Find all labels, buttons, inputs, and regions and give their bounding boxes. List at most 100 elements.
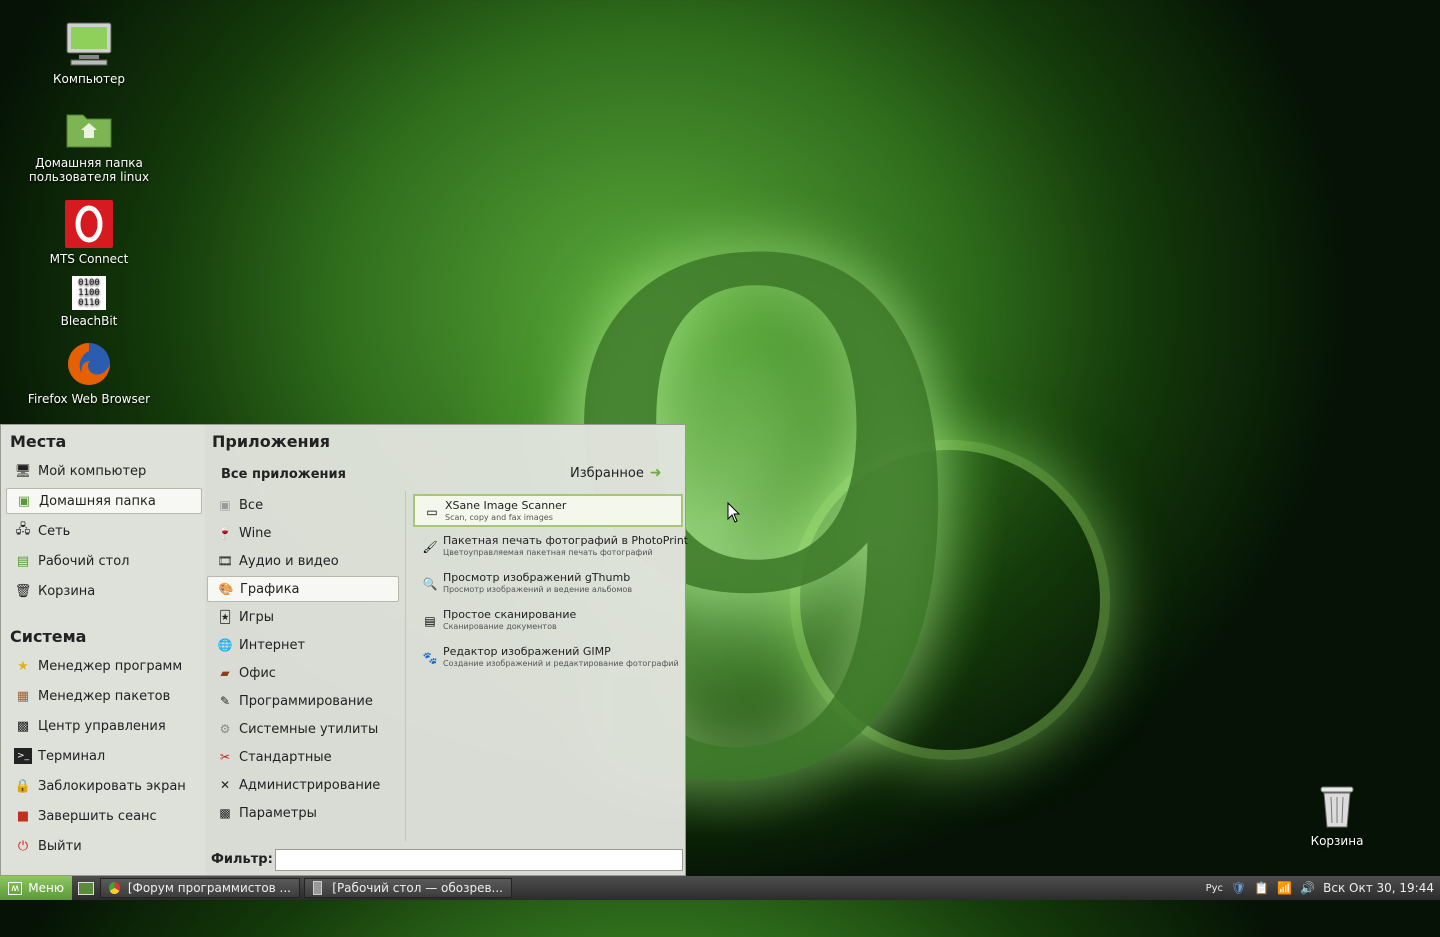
app-item[interactable]: ▭ XSane Image Scanner Scan, copy and fax… bbox=[413, 494, 683, 527]
favorites-button[interactable]: Избранное ➜ bbox=[570, 465, 662, 481]
category-accessories[interactable]: ✂ Стандартные bbox=[207, 744, 399, 770]
desktop-icon-label: Корзина bbox=[1310, 834, 1364, 848]
show-desktop-button[interactable] bbox=[76, 878, 96, 898]
network-icon[interactable]: 📶 bbox=[1277, 881, 1292, 895]
accessories-icon: ✂ bbox=[219, 750, 231, 764]
firefox-icon bbox=[65, 340, 113, 388]
category-all[interactable]: ▣ Все bbox=[207, 492, 399, 518]
category-wine[interactable]: 🍷 Wine bbox=[207, 520, 399, 546]
category-programming[interactable]: ✎ Программирование bbox=[207, 688, 399, 714]
admin-icon: ✕ bbox=[219, 778, 231, 792]
menu-divider bbox=[405, 491, 406, 841]
place-my-computer[interactable]: 🖥 Мой компьютер bbox=[6, 458, 202, 484]
simple-scan-icon: ▤ bbox=[424, 614, 436, 628]
system-software-manager[interactable]: ★ Менеджер программ bbox=[6, 653, 202, 679]
power-icon: ⏻ bbox=[17, 838, 29, 854]
app-item[interactable]: ▤ Простое сканирование Сканирование доку… bbox=[413, 605, 683, 638]
mts-connect-icon bbox=[65, 200, 113, 248]
graphics-icon: 🎨 bbox=[218, 582, 234, 596]
gimp-icon: 🐾 bbox=[422, 651, 438, 665]
category-graphics[interactable]: 🎨 Графика bbox=[207, 576, 399, 602]
settings-icon: ▩ bbox=[219, 806, 231, 820]
place-network[interactable]: 🖧 Сеть bbox=[6, 518, 202, 544]
clipboard-icon[interactable]: 📋 bbox=[1254, 881, 1269, 895]
category-settings[interactable]: ▩ Параметры bbox=[207, 800, 399, 826]
volume-icon[interactable]: 🔊 bbox=[1300, 881, 1315, 895]
desktop-icon-firefox[interactable]: Firefox Web Browser bbox=[14, 340, 164, 406]
bleachbit-icon: 0100 1100 0110 bbox=[72, 276, 106, 310]
terminal-icon: >_ bbox=[14, 748, 32, 764]
multimedia-icon: 🎞 bbox=[217, 554, 233, 568]
all-apps-label: Все приложения bbox=[221, 467, 346, 482]
place-home-folder[interactable]: ▣ Домашняя папка bbox=[6, 488, 202, 514]
start-menu: Места 🖥 Мой компьютер ▣ Домашняя папка 🖧 Се… bbox=[0, 424, 688, 876]
system-tools-icon: ⚙ bbox=[219, 722, 231, 736]
desktop-icon-label: BleachBit bbox=[60, 314, 118, 328]
menu-button[interactable]: ʍ Меню bbox=[0, 876, 72, 900]
arrow-right-icon: ➜ bbox=[649, 465, 662, 481]
desktop-icon-trash[interactable]: Корзина bbox=[1262, 782, 1412, 848]
app-item[interactable]: 🔍 Просмотр изображений gThumb Просмотр и… bbox=[413, 568, 683, 601]
mouse-cursor-icon bbox=[727, 501, 741, 528]
clock[interactable]: Вск Окт 30, 19:44 bbox=[1323, 881, 1434, 895]
system-quit[interactable]: ⏻ Выйти bbox=[6, 833, 202, 859]
system-lock-screen[interactable]: 🔒 Заблокировать экран bbox=[6, 773, 202, 799]
star-icon: ★ bbox=[17, 658, 29, 674]
desktop-icon: ▤ bbox=[16, 553, 30, 569]
apps-title: Приложения bbox=[212, 432, 331, 451]
system-logout[interactable]: ■ Завершить сеанс bbox=[6, 803, 202, 829]
filter-input[interactable] bbox=[275, 849, 683, 871]
games-icon: 🃏 bbox=[218, 610, 232, 624]
file-manager-icon bbox=[313, 881, 323, 895]
scanner-icon: ▭ bbox=[426, 505, 438, 519]
app-item[interactable]: 🖌 Пакетная печать фотографий в PhotoPrin… bbox=[413, 531, 688, 564]
category-games[interactable]: 🃏 Игры bbox=[207, 604, 399, 630]
internet-icon: 🌐 bbox=[217, 638, 233, 652]
update-shield-icon[interactable]: 🛡 bbox=[1231, 881, 1246, 895]
taskbar: ʍ Меню [Форум программистов ... [Рабочий… bbox=[0, 876, 1440, 900]
category-administration[interactable]: ✕ Администрирование bbox=[207, 772, 399, 798]
programming-icon: ✎ bbox=[219, 694, 231, 708]
logout-icon: ■ bbox=[16, 808, 30, 824]
desktop-icon-mts[interactable]: MTS Connect bbox=[14, 200, 164, 266]
taskbar-window-file-manager[interactable]: [Рабочий стол — обозрев... bbox=[304, 878, 512, 898]
photoprint-icon: 🖌 bbox=[422, 540, 438, 554]
home-folder-icon bbox=[65, 104, 113, 152]
category-internet[interactable]: 🌐 Интернет bbox=[207, 632, 399, 658]
system-tray: Рус 🛡 📋 📶 🔊 Вск Окт 30, 19:44 bbox=[1206, 876, 1434, 900]
computer-icon bbox=[65, 20, 113, 68]
desktop-icon-label: Firefox Web Browser bbox=[27, 392, 151, 406]
keyboard-layout-indicator[interactable]: Рус bbox=[1206, 883, 1223, 894]
category-multimedia[interactable]: 🎞 Аудио и видео bbox=[207, 548, 399, 574]
home-folder-icon: ▣ bbox=[17, 493, 31, 509]
system-title: Система bbox=[10, 627, 87, 646]
wine-icon: 🍷 bbox=[217, 526, 233, 540]
places-title: Места bbox=[10, 432, 67, 451]
desktop-icon-computer[interactable]: Компьютер bbox=[14, 20, 164, 86]
desktop-icon-bleachbit[interactable]: 0100 1100 0110 BleachBit bbox=[14, 276, 164, 328]
computer-icon: 🖥 bbox=[14, 463, 32, 479]
mint-logo-icon: ʍ bbox=[8, 881, 23, 895]
trash-icon: 🗑 bbox=[14, 583, 32, 599]
system-terminal[interactable]: >_ Терминал bbox=[6, 743, 202, 769]
desktop-icon-label: Компьютер bbox=[53, 72, 125, 86]
chrome-icon bbox=[109, 882, 120, 894]
system-package-manager[interactable]: ▦ Менеджер пакетов bbox=[6, 683, 202, 709]
taskbar-window-chrome[interactable]: [Форум программистов ... bbox=[100, 878, 300, 898]
trash-icon bbox=[1313, 782, 1361, 830]
control-center-icon: ▩ bbox=[16, 718, 30, 734]
show-desktop-icon bbox=[78, 881, 94, 895]
lock-icon: 🔒 bbox=[14, 778, 32, 794]
desktop-icon-home[interactable]: Домашняя папка пользователя linux bbox=[14, 104, 164, 184]
system-control-center[interactable]: ▩ Центр управления bbox=[6, 713, 202, 739]
app-item[interactable]: 🐾 Редактор изображений GIMP Создание изо… bbox=[413, 642, 683, 675]
desktop-icon-label: Домашняя папка пользователя linux bbox=[28, 156, 150, 184]
desktop-icon-label: MTS Connect bbox=[49, 252, 129, 266]
place-trash[interactable]: 🗑 Корзина bbox=[6, 578, 202, 604]
all-icon: ▣ bbox=[219, 498, 231, 512]
category-office[interactable]: ▰ Офис bbox=[207, 660, 399, 686]
network-icon: 🖧 bbox=[15, 522, 31, 537]
category-system-tools[interactable]: ⚙ Системные утилиты bbox=[207, 716, 399, 742]
place-desktop[interactable]: ▤ Рабочий стол bbox=[6, 548, 202, 574]
gthumb-icon: 🔍 bbox=[422, 577, 438, 591]
